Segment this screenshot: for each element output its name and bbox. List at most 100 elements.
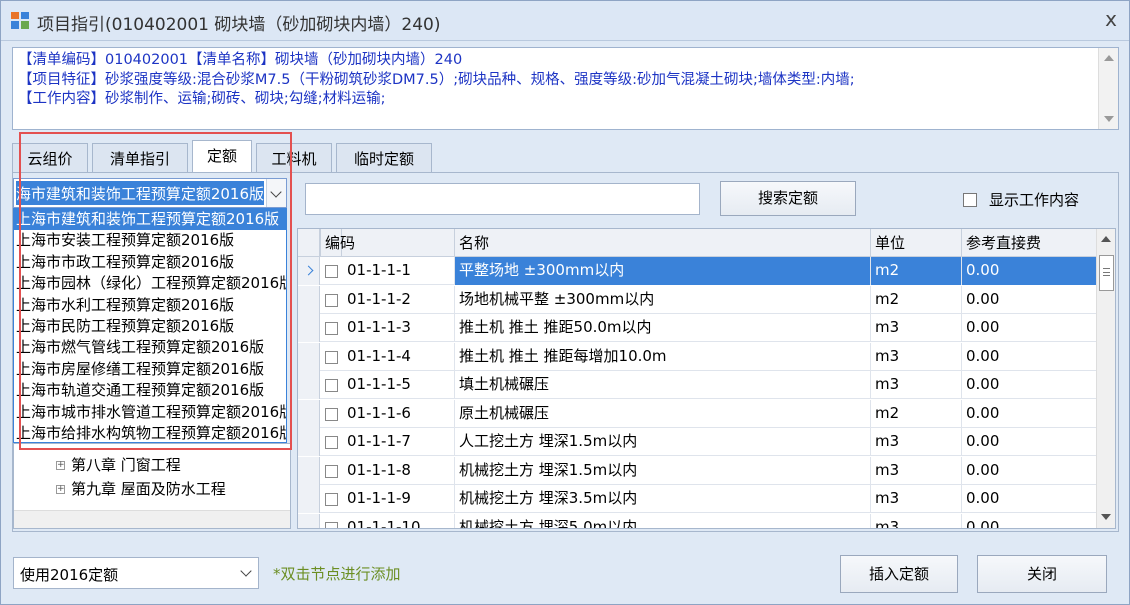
cell-unit[interactable]: m3	[871, 485, 962, 513]
cell-name[interactable]: 人工挖土方 埋深1.5m以内	[455, 428, 871, 456]
dropdown-option[interactable]: 上海市燃气管线工程预算定额2016版	[14, 337, 286, 358]
cell-cost[interactable]: 0.00	[962, 428, 1097, 456]
scrollbar-thumb[interactable]	[1099, 255, 1114, 291]
dropdown-button[interactable]	[266, 179, 286, 207]
cell-code[interactable]: 01-1-1-2	[343, 285, 455, 314]
expand-icon[interactable]: +	[56, 485, 65, 494]
dropdown-option[interactable]: 上海市水利工程预算定额2016版	[14, 295, 286, 316]
cell-name[interactable]: 推土机 推土 推距每增加10.0m	[455, 342, 871, 371]
info-scrollbar[interactable]	[1098, 48, 1118, 129]
cell-unit[interactable]: m3	[871, 314, 962, 342]
tree-horizontal-scrollbar[interactable]	[14, 510, 290, 528]
table-row[interactable]: 01-1-1-7 人工挖土方 埋深1.5m以内 m3 0.00	[298, 428, 1097, 456]
cell-cost[interactable]: 0.00	[962, 371, 1097, 399]
tab-temp-quota[interactable]: 临时定额	[336, 143, 432, 173]
dropdown-option[interactable]: 上海市民防工程预算定额2016版	[14, 316, 286, 337]
cell-code[interactable]: 01-1-1-6	[343, 399, 455, 428]
table-row[interactable]: 01-1-1-8 机械挖土方 埋深1.5m以内 m3 0.00	[298, 456, 1097, 485]
expand-icon[interactable]: +	[56, 461, 65, 470]
cell-name[interactable]: 场地机械平整 ±300mm以内	[455, 285, 871, 314]
table-row[interactable]: 01-1-1-9 机械挖土方 埋深3.5m以内 m3 0.00	[298, 485, 1097, 513]
cell-code[interactable]: 01-1-1-5	[343, 371, 455, 399]
row-checkbox[interactable]	[325, 322, 338, 335]
title-bar[interactable]: 项目指引(010402001 砌块墙（砂加砌块内墙）240) x	[1, 1, 1129, 41]
row-checkbox[interactable]	[325, 293, 338, 307]
quota-version-select[interactable]: 使用2016定额	[13, 557, 259, 589]
cell-cost[interactable]: 0.00	[962, 342, 1097, 371]
cell-unit[interactable]: m3	[871, 342, 962, 371]
cell-cost[interactable]: 0.00	[962, 314, 1097, 342]
cell-name[interactable]: 填土机械碾压	[455, 371, 871, 399]
search-input[interactable]	[305, 183, 700, 215]
cell-cost[interactable]: 0.00	[962, 456, 1097, 485]
tab-bill-guide[interactable]: 清单指引	[92, 143, 188, 173]
table-row[interactable]: 01-1-1-6 原土机械碾压 m2 0.00	[298, 399, 1097, 428]
row-checkbox[interactable]	[325, 464, 338, 478]
row-checkbox[interactable]	[325, 493, 338, 506]
grid-scrollbar[interactable]	[1096, 229, 1115, 528]
cell-code[interactable]: 01-1-1-10	[343, 513, 455, 528]
dropdown-option[interactable]: 上海市轨道交通工程预算定额2016版	[14, 380, 286, 401]
table-row[interactable]: 01-1-1-1 平整场地 ±300mm以内 m2 0.00	[298, 257, 1097, 285]
cell-code[interactable]: 01-1-1-1	[343, 257, 455, 285]
dropdown-option[interactable]: 上海市城市排水管道工程预算定额2016版	[14, 402, 286, 423]
table-row[interactable]: 01-1-1-3 推土机 推土 推距50.0m以内 m3 0.00	[298, 314, 1097, 342]
row-checkbox[interactable]	[325, 436, 338, 449]
cell-unit[interactable]: m3	[871, 428, 962, 456]
cell-cost[interactable]: 0.00	[962, 285, 1097, 314]
dropdown-option[interactable]: 上海市园林（绿化）工程预算定额2016版	[14, 273, 286, 294]
table-row[interactable]: 01-1-1-5 填土机械碾压 m3 0.00	[298, 371, 1097, 399]
cell-unit[interactable]: m2	[871, 257, 962, 285]
table-row[interactable]: 01-1-1-4 推土机 推土 推距每增加10.0m m3 0.00	[298, 342, 1097, 371]
dropdown-option[interactable]: 上海市市政工程预算定额2016版	[14, 252, 286, 273]
quota-library-select[interactable]: 上海市建筑和装饰工程预算定额2016版	[13, 178, 287, 208]
quota-library-dropdown[interactable]: 上海市建筑和装饰工程预算定额2016版 上海市安装工程预算定额2016版 上海市…	[13, 208, 287, 443]
cell-name[interactable]: 机械挖土方 埋深5.0m以内	[455, 513, 871, 528]
row-checkbox[interactable]	[325, 350, 338, 364]
cell-unit[interactable]: m2	[871, 399, 962, 428]
cell-name[interactable]: 机械挖土方 埋深1.5m以内	[455, 456, 871, 485]
scroll-up-icon[interactable]	[1101, 236, 1111, 242]
dropdown-option[interactable]: 上海市建筑和装饰工程预算定额2016版	[14, 209, 286, 231]
cell-cost[interactable]: 0.00	[962, 399, 1097, 428]
dropdown-option[interactable]: 上海市给排水构筑物工程预算定额2016版	[14, 423, 286, 442]
cell-code[interactable]: 01-1-1-7	[343, 428, 455, 456]
row-checkbox[interactable]	[325, 265, 338, 278]
table-row[interactable]: 01-1-1-2 场地机械平整 ±300mm以内 m2 0.00	[298, 285, 1097, 314]
tree-node-chapter-8[interactable]: + 第八章 门窗工程	[56, 454, 181, 475]
cell-unit[interactable]: m2	[871, 285, 962, 314]
cell-cost[interactable]: 0.00	[962, 257, 1097, 285]
cell-name[interactable]: 推土机 推土 推距50.0m以内	[455, 314, 871, 342]
header-code[interactable]: 编码	[320, 229, 455, 257]
cell-name[interactable]: 机械挖土方 埋深3.5m以内	[455, 485, 871, 513]
close-button[interactable]: 关闭	[977, 555, 1107, 593]
table-row[interactable]: 01-1-1-10 机械挖土方 埋深5.0m以内 m3 0.00	[298, 513, 1097, 528]
row-checkbox[interactable]	[325, 407, 338, 421]
cell-unit[interactable]: m3	[871, 456, 962, 485]
search-quota-button[interactable]: 搜索定额	[720, 181, 856, 216]
cell-name[interactable]: 原土机械碾压	[455, 399, 871, 428]
row-checkbox[interactable]	[325, 379, 338, 392]
tab-labor-material[interactable]: 工料机	[256, 143, 332, 173]
cell-cost[interactable]: 0.00	[962, 485, 1097, 513]
tree-node-chapter-9[interactable]: + 第九章 屋面及防水工程	[56, 478, 226, 499]
dropdown-option[interactable]: 上海市安装工程预算定额2016版	[14, 230, 286, 251]
header-cost[interactable]: 参考直接费	[962, 229, 1097, 257]
cell-unit[interactable]: m3	[871, 513, 962, 528]
close-icon[interactable]: x	[1105, 7, 1117, 31]
cell-code[interactable]: 01-1-1-9	[343, 485, 455, 513]
tab-quota[interactable]: 定额	[192, 140, 252, 173]
insert-quota-button[interactable]: 插入定额	[840, 555, 958, 593]
scroll-down-icon[interactable]	[1104, 116, 1114, 122]
row-checkbox[interactable]	[325, 521, 338, 528]
header-name[interactable]: 名称	[455, 229, 871, 257]
scroll-down-icon[interactable]	[1101, 514, 1111, 520]
cell-code[interactable]: 01-1-1-3	[343, 314, 455, 342]
cell-name[interactable]: 平整场地 ±300mm以内	[455, 257, 871, 285]
cell-code[interactable]: 01-1-1-8	[343, 456, 455, 485]
chapter-tree[interactable]: + 第八章 门窗工程 + 第九章 屋面及防水工程	[13, 443, 291, 529]
cell-cost[interactable]: 0.00	[962, 513, 1097, 528]
show-work-content-checkbox[interactable]	[963, 193, 977, 207]
header-unit[interactable]: 单位	[871, 229, 962, 257]
dropdown-option[interactable]: 上海市房屋修缮工程预算定额2016版	[14, 359, 286, 380]
